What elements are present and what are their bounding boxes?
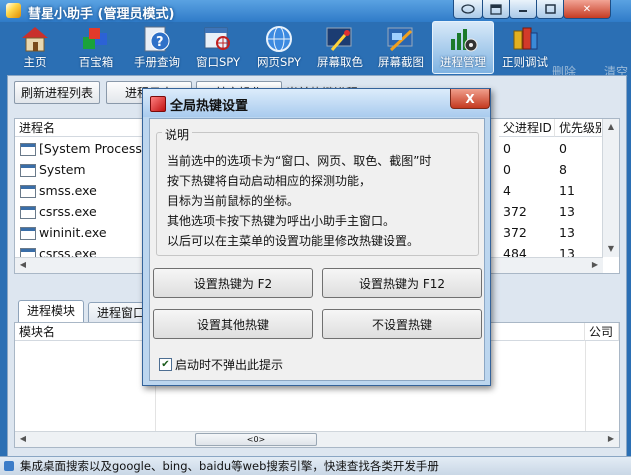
set-hotkey-f12-button[interactable]: 设置热键为 F12 — [322, 268, 482, 298]
color-picker-icon — [325, 25, 355, 53]
no-popup-on-start-label[interactable]: 启动时不弹出此提示 — [175, 356, 283, 373]
chat-icon[interactable] — [453, 0, 483, 19]
process-icon — [448, 25, 478, 53]
description-line: 以后可以在主菜单的设置功能里修改热键设置。 — [167, 234, 420, 248]
info-icon — [4, 461, 14, 471]
dialog-app-icon — [150, 96, 166, 112]
set-other-hotkey-button[interactable]: 设置其他热键 — [153, 309, 313, 339]
column-header-company[interactable]: 公司 — [585, 323, 619, 341]
web-spy-icon — [264, 25, 294, 53]
screenshot-icon — [386, 25, 416, 53]
dialog-title: 全局热键设置 — [170, 99, 249, 114]
scroll-left-icon[interactable]: ◀ — [16, 258, 30, 272]
column-header-priority[interactable]: 优先级别 — [555, 119, 603, 137]
toolbar-toolbox-button[interactable]: 百宝箱 — [66, 22, 126, 74]
toolbar-screenshot-button[interactable]: 屏幕截图 — [371, 22, 431, 74]
process-icon — [20, 185, 36, 198]
toolbar-regex-button[interactable]: 正则调试 — [495, 22, 555, 74]
scroll-thumb[interactable]: <0> — [195, 433, 317, 446]
column-divider — [585, 341, 586, 431]
set-hotkey-f2-button[interactable]: 设置热键为 F2 — [153, 268, 313, 298]
svg-text:?: ? — [156, 35, 164, 50]
process-icon — [20, 227, 36, 240]
title-bar[interactable]: 彗星小助手 (管理员模式) ✕ — [0, 0, 631, 22]
column-header-module-name[interactable]: 模块名 — [15, 323, 155, 341]
maximize-button[interactable] — [536, 0, 564, 19]
scroll-right-icon[interactable]: ▶ — [604, 432, 618, 446]
dialog-body: 说明 当前选中的选项卡为“窗口、网页、取色、截图”时 按下热键将自动启动相应的探… — [149, 118, 485, 381]
description-line: 按下热键将自动启动相应的探测功能， — [167, 174, 372, 188]
scroll-left-icon[interactable]: ◀ — [16, 432, 30, 446]
no-hotkey-button[interactable]: 不设置热键 — [322, 309, 482, 339]
close-button[interactable]: ✕ — [563, 0, 611, 19]
window-title: 彗星小助手 (管理员模式) — [28, 7, 175, 22]
process-icon — [20, 143, 36, 156]
column-header-process-name[interactable]: 进程名 — [15, 119, 145, 137]
description-group-title: 说明 — [162, 126, 193, 143]
description-line: 其他选项卡按下热键为呼出小助手主窗口。 — [167, 214, 396, 228]
process-icon — [20, 164, 36, 177]
process-table-vertical-scrollbar[interactable]: ▲ ▼ — [602, 119, 619, 257]
column-header-parent-pid[interactable]: 父进程ID — [499, 119, 555, 137]
toolbar-process-manager-button[interactable]: 进程管理 — [432, 21, 494, 74]
toolbar-web-spy-button[interactable]: 网页SPY — [249, 22, 309, 74]
dialog-title-bar[interactable]: 全局热键设置 X — [143, 89, 490, 117]
toolbar-color-picker-button[interactable]: 屏幕取色 — [310, 22, 370, 74]
module-table-horizontal-scrollbar[interactable]: ◀ <0> ▶ — [15, 431, 619, 447]
scroll-down-icon[interactable]: ▼ — [604, 242, 618, 256]
regex-icon — [510, 25, 540, 53]
no-popup-on-start-checkbox[interactable]: ✔ — [159, 358, 172, 371]
help-icon: ? — [142, 25, 172, 53]
toolbar-window-spy-button[interactable]: 窗口SPY — [188, 22, 248, 74]
description-line: 目标为当前鼠标的坐标。 — [167, 194, 300, 208]
home-icon — [20, 25, 50, 53]
scroll-right-icon[interactable]: ▶ — [588, 258, 602, 272]
minimize-button[interactable] — [509, 0, 537, 19]
toolbar: 主页 百宝箱 ? 手册查询 窗口SPY 网页SPY 屏幕取色 屏幕截图 进程管理… — [0, 21, 631, 79]
dialog-close-button[interactable]: X — [450, 89, 490, 109]
toolbar-manual-button[interactable]: ? 手册查询 — [127, 22, 187, 74]
description-line: 当前选中的选项卡为“窗口、网页、取色、截图”时 — [167, 154, 432, 168]
refresh-process-list-button[interactable]: 刷新进程列表 — [14, 81, 100, 104]
status-bar: 集成桌面搜索以及google、bing、baidu等web搜索引擎，快速查找各类… — [0, 456, 631, 475]
global-hotkey-dialog: 全局热键设置 X 说明 当前选中的选项卡为“窗口、网页、取色、截图”时 按下热键… — [142, 88, 491, 386]
toolbar-home-button[interactable]: 主页 — [5, 22, 65, 74]
comet-app-icon — [6, 3, 21, 18]
skin-icon[interactable] — [482, 0, 510, 19]
toolbox-icon — [81, 25, 111, 53]
status-text: 集成桌面搜索以及google、bing、baidu等web搜索引擎，快速查找各类… — [20, 459, 439, 473]
scroll-up-icon[interactable]: ▲ — [604, 120, 618, 134]
tab-process-modules[interactable]: 进程模块 — [18, 300, 84, 323]
process-icon — [20, 206, 36, 219]
window-spy-icon — [203, 25, 233, 53]
